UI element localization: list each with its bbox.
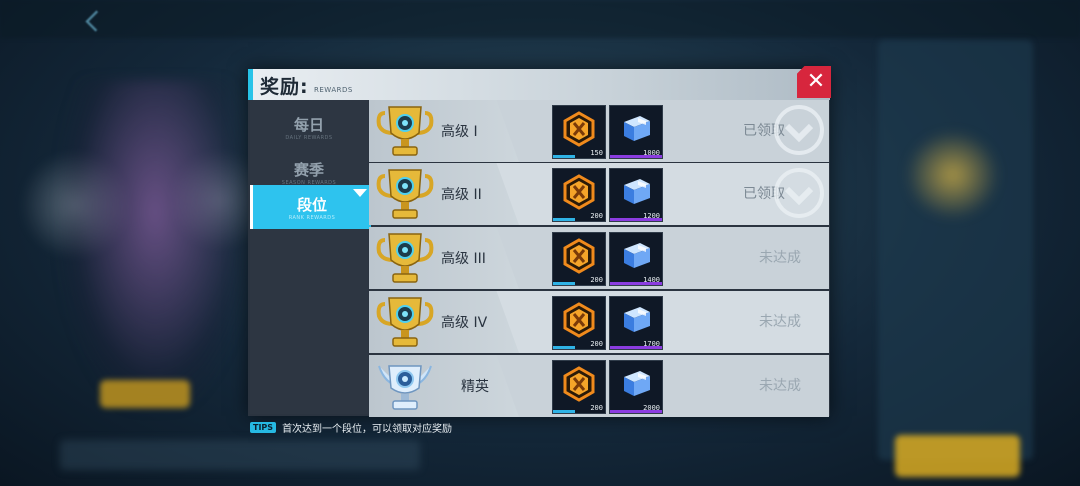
coin-icon <box>563 302 595 338</box>
claim-status: 未达成 <box>759 314 801 330</box>
background-character <box>60 80 250 410</box>
tips-text: 首次达到一个段位，可以领取对应奖励 <box>282 423 453 435</box>
rank-name: 高级 I <box>441 124 478 140</box>
coin-quantity: 150 <box>590 149 603 157</box>
claim-status: 未达成 <box>759 378 801 394</box>
tab-rank[interactable]: 段位 RANK REWARDS <box>250 185 371 229</box>
coin-icon <box>563 174 595 210</box>
box-quantity: 1000 <box>643 149 660 157</box>
coin-reward[interactable]: 200 <box>552 168 606 222</box>
crate-icon <box>624 243 650 268</box>
tab-daily[interactable]: 每日 DAILY REWARDS <box>250 108 368 150</box>
background-top-bar <box>0 0 1080 38</box>
background-pedestal <box>100 380 190 408</box>
box-reward[interactable]: 2000 <box>609 360 663 414</box>
rank-name: 高级 II <box>441 187 482 203</box>
coin-bar <box>553 155 575 158</box>
close-button[interactable]: ✕ <box>797 66 831 98</box>
crate-icon <box>624 179 650 204</box>
box-quantity: 2000 <box>643 404 660 412</box>
modal-subtitle: REWARDS <box>314 86 353 94</box>
tips-bar: TIPS 首次达到一个段位，可以领取对应奖励 <box>250 420 453 435</box>
silver-trophy-icon <box>378 365 432 410</box>
crate-icon <box>624 116 650 141</box>
coin-bar <box>553 346 575 349</box>
rank-row: 高级 IV 200 1700 未达成 <box>369 291 829 353</box>
tab-label: 赛季 <box>293 161 324 179</box>
coin-reward[interactable]: 200 <box>552 296 606 350</box>
gold-trophy-icon <box>376 233 434 283</box>
coin-quantity: 200 <box>590 276 603 284</box>
coin-reward[interactable]: 200 <box>552 360 606 414</box>
box-quantity: 1200 <box>643 212 660 220</box>
reward-tabs: 每日 DAILY REWARDS 赛季 SEASON REWARDS 段位 RA… <box>250 100 371 414</box>
coin-bar <box>553 282 575 285</box>
rank-row: 高级 I 150 1000 已领取 <box>369 100 829 162</box>
box-reward[interactable]: 1200 <box>609 168 663 222</box>
tab-sublabel: DAILY REWARDS <box>285 135 333 141</box>
box-reward[interactable]: 1700 <box>609 296 663 350</box>
coin-bar <box>553 410 575 413</box>
box-reward[interactable]: 1400 <box>609 232 663 286</box>
gold-trophy-icon <box>376 106 434 156</box>
modal-header: 奖励: REWARDS <box>248 69 830 100</box>
claimed-check-icon <box>774 168 824 218</box>
gold-trophy-icon <box>376 169 434 219</box>
claimed-check-icon <box>774 105 824 155</box>
close-icon: ✕ <box>806 69 826 94</box>
coin-quantity: 200 <box>590 404 603 412</box>
tab-label: 段位 <box>296 196 327 214</box>
rank-name: 高级 IV <box>441 315 488 331</box>
rank-name: 高级 III <box>441 251 486 267</box>
rank-name: 精英 <box>461 379 489 395</box>
coin-bar <box>553 218 575 221</box>
box-reward[interactable]: 1000 <box>609 105 663 159</box>
background-bottom-tabs <box>60 440 420 470</box>
modal-title: 奖励: <box>260 76 309 98</box>
background-right-panel <box>878 40 1033 460</box>
coin-icon <box>563 238 595 274</box>
coin-reward[interactable]: 200 <box>552 232 606 286</box>
crate-icon <box>624 307 650 332</box>
gold-trophy-icon <box>376 297 434 347</box>
rank-row: 精英 200 2000 未达成 <box>369 355 829 417</box>
coin-icon <box>563 111 595 147</box>
claim-status: 未达成 <box>759 250 801 266</box>
box-quantity: 1400 <box>643 276 660 284</box>
box-quantity: 1700 <box>643 340 660 348</box>
coin-quantity: 200 <box>590 212 603 220</box>
coin-reward[interactable]: 150 <box>552 105 606 159</box>
tab-label: 每日 <box>293 116 324 134</box>
coin-quantity: 200 <box>590 340 603 348</box>
rank-row: 高级 II 200 1200 已领取 <box>369 163 829 225</box>
rewards-modal: 奖励: REWARDS 每日 DAILY REWARDS 赛季 SEASON R… <box>248 69 830 417</box>
tips-badge: TIPS <box>250 421 277 433</box>
background-trophy <box>905 130 1000 220</box>
tab-sublabel: RANK REWARDS <box>288 215 336 221</box>
background-action-button <box>895 435 1020 477</box>
crate-icon <box>624 371 650 396</box>
rank-row: 高级 III 200 1400 未达成 <box>369 227 829 289</box>
coin-icon <box>563 366 595 402</box>
